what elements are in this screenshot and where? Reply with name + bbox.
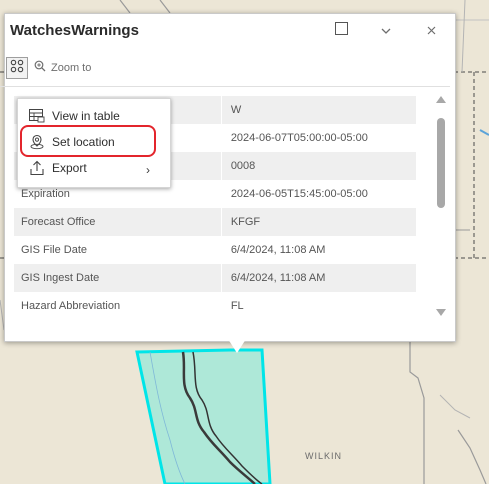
scroll-down-icon[interactable] [436, 309, 446, 316]
options-icon [10, 59, 24, 78]
table-icon [28, 107, 46, 125]
submenu-chevron-icon: › [146, 163, 150, 177]
table-row: GIS Ingest Date 6/4/2024, 11:08 AM [14, 264, 416, 292]
table-row: Forecast Office KFGF [14, 208, 416, 236]
options-button[interactable] [6, 57, 28, 79]
menu-item-export[interactable]: Export [28, 156, 87, 180]
menu-item-label: View in table [52, 109, 120, 123]
county-label: WILKIN [305, 451, 343, 461]
maximize-button[interactable] [330, 19, 352, 43]
scroll-up-icon[interactable] [436, 96, 446, 103]
close-button[interactable] [421, 19, 441, 43]
scroll-thumb[interactable] [437, 118, 445, 208]
toolbar-divider [0, 86, 450, 87]
table-row: Hazard Abbreviation FL [14, 292, 416, 320]
popup-toolbar: Zoom to [0, 55, 450, 83]
zoom-to-button[interactable]: Zoom to [34, 60, 91, 75]
square-icon [334, 22, 348, 40]
table-row: GIS File Date 6/4/2024, 11:08 AM [14, 236, 416, 264]
zoom-in-icon [34, 60, 46, 75]
popup-pointer [228, 339, 246, 353]
chevron-down-icon [381, 22, 391, 40]
close-icon [427, 22, 436, 40]
popup-title: WatchesWarnings [10, 22, 139, 39]
collapse-button[interactable] [376, 19, 396, 43]
menu-item-label: Export [52, 161, 87, 175]
zoom-to-label: Zoom to [51, 61, 92, 74]
highlight-annotation [20, 125, 156, 157]
table-scrollbar[interactable] [436, 96, 446, 316]
export-icon [28, 159, 46, 177]
